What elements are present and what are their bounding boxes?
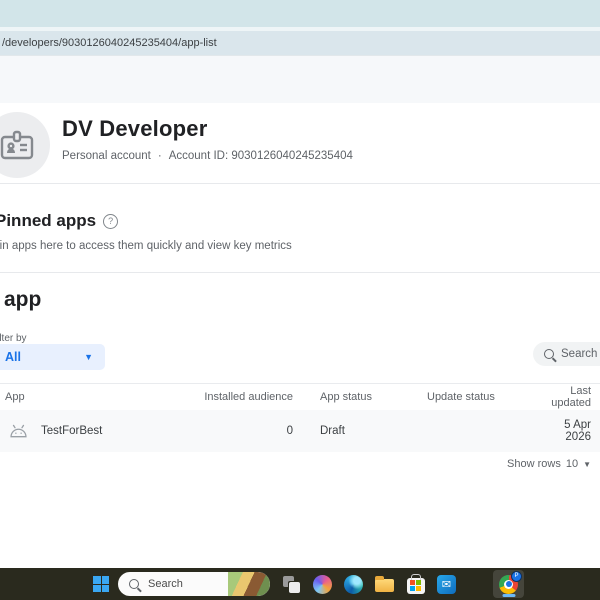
last-updated-cell: 5 Apr 2026 (564, 419, 591, 443)
taskbar-search-label: Search (148, 578, 183, 590)
chevron-down-icon: ▼ (84, 352, 93, 362)
chrome-profile-badge: P (511, 571, 522, 582)
url-text: /developers/9030126040245235404/app-list (2, 37, 217, 49)
screen: /developers/9030126040245235404/app-list… (0, 0, 600, 600)
teams-icon (468, 575, 488, 593)
show-rows-label: Show rows (507, 458, 561, 470)
help-icon[interactable]: ? (103, 213, 119, 229)
filter-all-dropdown[interactable]: All ▼ (0, 344, 105, 370)
edge-icon (344, 574, 363, 594)
teams-button[interactable] (462, 570, 493, 598)
outlook-button[interactable]: ✉ (431, 570, 462, 598)
microsoft-store-icon (406, 577, 425, 594)
copilot-button[interactable] (307, 570, 338, 598)
windows-logo-icon (93, 576, 101, 584)
filter-value: All (5, 350, 21, 364)
start-button[interactable] (93, 576, 109, 592)
app-name-cell[interactable]: TestForBest (0, 424, 200, 438)
section-divider (0, 272, 600, 273)
developer-subtitle: Personal account · Account ID: 903012604… (62, 150, 353, 162)
file-explorer-button[interactable] (369, 570, 400, 598)
column-header-last-updated[interactable]: Last updated (542, 385, 600, 409)
android-app-placeholder-icon (8, 424, 29, 438)
windows-taskbar: Search ✉ P (0, 568, 600, 600)
taskbar-search-box[interactable]: Search (118, 572, 270, 596)
outlook-icon: ✉ (437, 574, 456, 594)
app-status-cell: Draft (320, 425, 345, 437)
active-app-indicator (502, 594, 515, 597)
apps-table: App Installed audience App status Update… (0, 383, 600, 452)
browser-tab-strip (0, 0, 600, 27)
filter-by-label: Filter by (0, 333, 27, 344)
section-divider (0, 183, 600, 184)
chevron-down-icon: ▼ (583, 459, 591, 469)
task-view-icon (283, 575, 300, 593)
task-view-button[interactable] (276, 570, 307, 598)
account-id: Account ID: 9030126040245235404 (168, 150, 353, 162)
pinned-apps-description: Pin apps here to access them quickly and… (0, 240, 292, 252)
search-icon (544, 349, 554, 359)
column-header-app-status[interactable]: App status (296, 391, 427, 403)
subtitle-separator: · (157, 150, 162, 162)
search-apps-button[interactable]: Search by app name (533, 342, 600, 366)
page-top-band (0, 56, 600, 103)
edge-button[interactable] (338, 570, 369, 598)
show-rows-value: 10 (565, 458, 579, 470)
developer-avatar (0, 112, 50, 178)
installed-audience-cell: 0 (286, 425, 293, 437)
id-badge-icon (0, 130, 34, 160)
taskbar-pinned-apps: ✉ P (276, 570, 524, 598)
account-type: Personal account (62, 150, 151, 162)
search-button-label: Search by app name (561, 348, 600, 360)
search-highlight-image (228, 572, 270, 596)
column-header-app[interactable]: App (0, 391, 200, 403)
apps-section-title: app (4, 288, 42, 311)
column-header-installed-audience[interactable]: Installed audience (200, 391, 296, 403)
app-name: TestForBest (41, 425, 103, 437)
column-header-update-status[interactable]: Update status (427, 391, 542, 403)
show-rows-selector[interactable]: Show rows 10 ▼ (507, 458, 591, 470)
play-console-page: DV Developer Personal account · Account … (0, 56, 600, 568)
developer-name: DV Developer (62, 116, 208, 141)
table-row[interactable]: TestForBest 0 Draft 5 Apr 2026 (0, 410, 600, 452)
folder-icon (375, 576, 394, 592)
browser-url-bar[interactable]: /developers/9030126040245235404/app-list (0, 31, 600, 56)
pinned-apps-title: Pinned apps (0, 211, 97, 230)
chrome-button[interactable]: P (493, 570, 524, 598)
pinned-apps-heading: Pinned apps ? (0, 211, 119, 231)
search-icon (129, 579, 139, 589)
table-header-row: App Installed audience App status Update… (0, 383, 600, 410)
copilot-icon (313, 574, 332, 594)
microsoft-store-button[interactable] (400, 570, 431, 598)
